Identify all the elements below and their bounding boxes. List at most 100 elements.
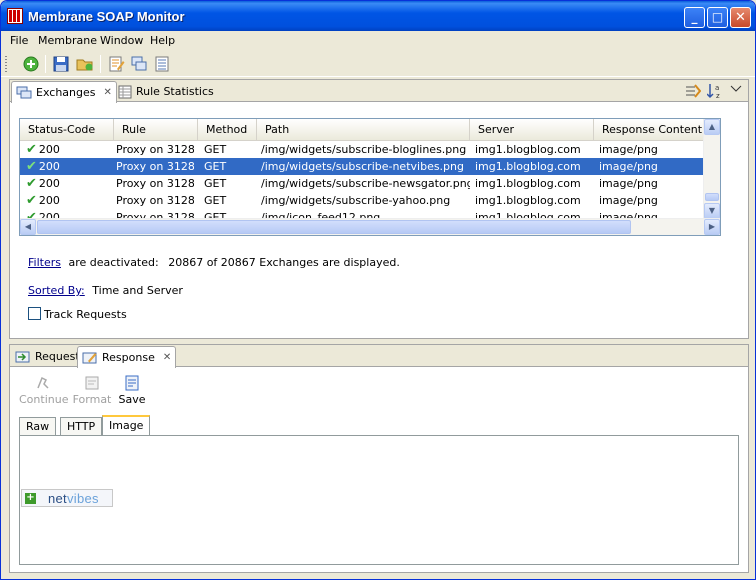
format-label: Format [72, 393, 112, 406]
filters-link[interactable]: Filters [28, 256, 61, 269]
format-icon [85, 376, 99, 390]
method-cell: GET [204, 143, 227, 156]
netvibes-wordmark: netvibes [48, 490, 99, 506]
netvibes-badge: + netvibes [21, 489, 113, 507]
window-title: Membrane SOAP Monitor [28, 9, 185, 24]
col-method[interactable]: Method [198, 119, 257, 141]
status-code: 200 [38, 194, 60, 207]
menu-window[interactable]: Window [100, 34, 143, 47]
add-icon[interactable] [22, 55, 40, 73]
track-requests-label: Track Requests [44, 308, 127, 321]
filter-icon[interactable] [685, 83, 701, 99]
menu-membrane[interactable]: Membrane [38, 34, 97, 47]
tab-response[interactable]: Response ✕ [77, 346, 177, 368]
menu-file[interactable]: File [10, 34, 28, 47]
view-menu-icon[interactable] [730, 84, 742, 94]
view-tab-image[interactable]: Image [102, 415, 151, 436]
path-cell: /img/widgets/subscribe-bloglines.png [261, 143, 467, 156]
vertical-scroll-thumb[interactable] [705, 193, 719, 201]
scroll-left-button[interactable]: ◀ [20, 219, 36, 235]
tab-exchanges[interactable]: Exchanges ✕ [11, 81, 117, 103]
content-type-cell: image/png [599, 194, 658, 207]
menu-bar: File Membrane Window Help [1, 31, 755, 50]
col-path[interactable]: Path [257, 119, 470, 141]
status-code: 200 [38, 177, 60, 190]
toolbar-grip[interactable] [5, 56, 7, 72]
content-type-cell: image/png [599, 143, 658, 156]
bottom-tabstrip: Request Response ✕ [10, 345, 748, 368]
tab-rule-statistics[interactable]: Rule Statistics [114, 81, 218, 102]
continue-icon [37, 376, 49, 389]
path-cell: /img/widgets/subscribe-netvibes.png [261, 160, 464, 173]
scroll-right-button[interactable]: ▶ [704, 219, 720, 235]
image-preview-area: + netvibes [19, 435, 739, 565]
maximize-button[interactable]: □ [707, 7, 728, 28]
tab-request[interactable]: Request [11, 346, 84, 367]
tab-close-icon[interactable]: ✕ [163, 352, 171, 363]
exchange-count: 20867 of 20867 Exchanges are displayed. [168, 256, 400, 269]
table-header: Status-Code Rule Method Path Server Resp… [20, 119, 720, 141]
continue-label: Continue [19, 393, 69, 406]
toolbar-separator [100, 55, 101, 73]
server-cell: img1.blogblog.com [475, 194, 581, 207]
tab-request-label: Request [35, 350, 80, 363]
sorted-by-link[interactable]: Sorted By: [28, 284, 85, 297]
col-content-type[interactable]: Response Content Type [594, 119, 720, 141]
rule-cell: Proxy on 3128 [116, 194, 194, 207]
table-row[interactable]: ✔ 200 Proxy on 3128 GET /img/widgets/subs… [20, 158, 720, 175]
rule-cell: Proxy on 3128 [116, 143, 194, 156]
app-logo-icon [7, 8, 23, 24]
list-icon[interactable] [153, 55, 171, 73]
tab-response-label: Response [102, 351, 155, 364]
save-response-icon [125, 375, 139, 391]
server-cell: img1.blogblog.com [475, 143, 581, 156]
table-icon [118, 85, 132, 98]
server-cell: img1.blogblog.com [475, 160, 581, 173]
close-button[interactable]: ✕ [730, 7, 751, 28]
table-row[interactable]: ✔ 200 Proxy on 3128 GET /img/widgets/subs… [20, 192, 720, 209]
table-row[interactable]: ✔ 200 Proxy on 3128 GET /img/widgets/subs… [20, 141, 720, 158]
check-icon: ✔ [26, 193, 37, 208]
save-button[interactable]: Save [108, 375, 156, 406]
edit-icon[interactable] [107, 55, 125, 73]
horizontal-scrollbar[interactable]: ◀ ▶ [20, 218, 720, 235]
view-tab-http[interactable]: HTTP [60, 417, 103, 436]
col-status-code[interactable]: Status-Code [20, 119, 114, 141]
server-cell: img1.blogblog.com [475, 177, 581, 190]
app-window: Membrane SOAP Monitor _ □ ✕ File Membran… [0, 0, 756, 580]
check-icon: ✔ [26, 159, 37, 174]
method-cell: GET [204, 194, 227, 207]
svg-text:a: a [715, 84, 719, 92]
plus-icon: + [25, 491, 36, 504]
save-icon[interactable] [52, 55, 70, 73]
horizontal-scroll-thumb[interactable] [37, 220, 631, 234]
content-type-cell: image/png [599, 160, 658, 173]
content-type-cell: image/png [599, 177, 658, 190]
scroll-down-button[interactable]: ▼ [704, 203, 720, 219]
path-cell: /img/widgets/subscribe-yahoo.png [261, 194, 451, 207]
menu-help[interactable]: Help [150, 34, 175, 47]
title-bar[interactable]: Membrane SOAP Monitor _ □ ✕ [1, 1, 755, 31]
sort-az-icon[interactable]: a z [707, 83, 725, 99]
tab-close-icon[interactable]: ✕ [103, 87, 111, 98]
continue-button[interactable]: Continue [19, 375, 69, 406]
view-tab-raw[interactable]: Raw [19, 417, 57, 436]
sorted-line: Sorted By: Time and Server [28, 284, 183, 297]
table-row[interactable]: ✔ 200 Proxy on 3128 GET /img/widgets/subs… [20, 175, 720, 192]
exchanges-table: Status-Code Rule Method Path Server Resp… [19, 118, 721, 236]
col-server[interactable]: Server [470, 119, 594, 141]
col-rule[interactable]: Rule [114, 119, 198, 141]
toolbar-separator [45, 55, 46, 73]
svg-text:z: z [716, 92, 720, 99]
status-code: 200 [38, 160, 60, 173]
folder-add-icon[interactable] [76, 55, 94, 73]
request-tab-icon [15, 351, 30, 362]
minimize-button[interactable]: _ [684, 7, 705, 28]
copy-icon[interactable] [130, 55, 148, 73]
track-requests-checkbox[interactable] [28, 307, 41, 320]
toolbar [1, 51, 755, 77]
vertical-scrollbar[interactable]: ▲ ▼ [703, 119, 720, 220]
scroll-up-button[interactable]: ▲ [704, 119, 720, 135]
check-icon: ✔ [26, 176, 37, 191]
tab-rule-statistics-label: Rule Statistics [136, 85, 214, 98]
